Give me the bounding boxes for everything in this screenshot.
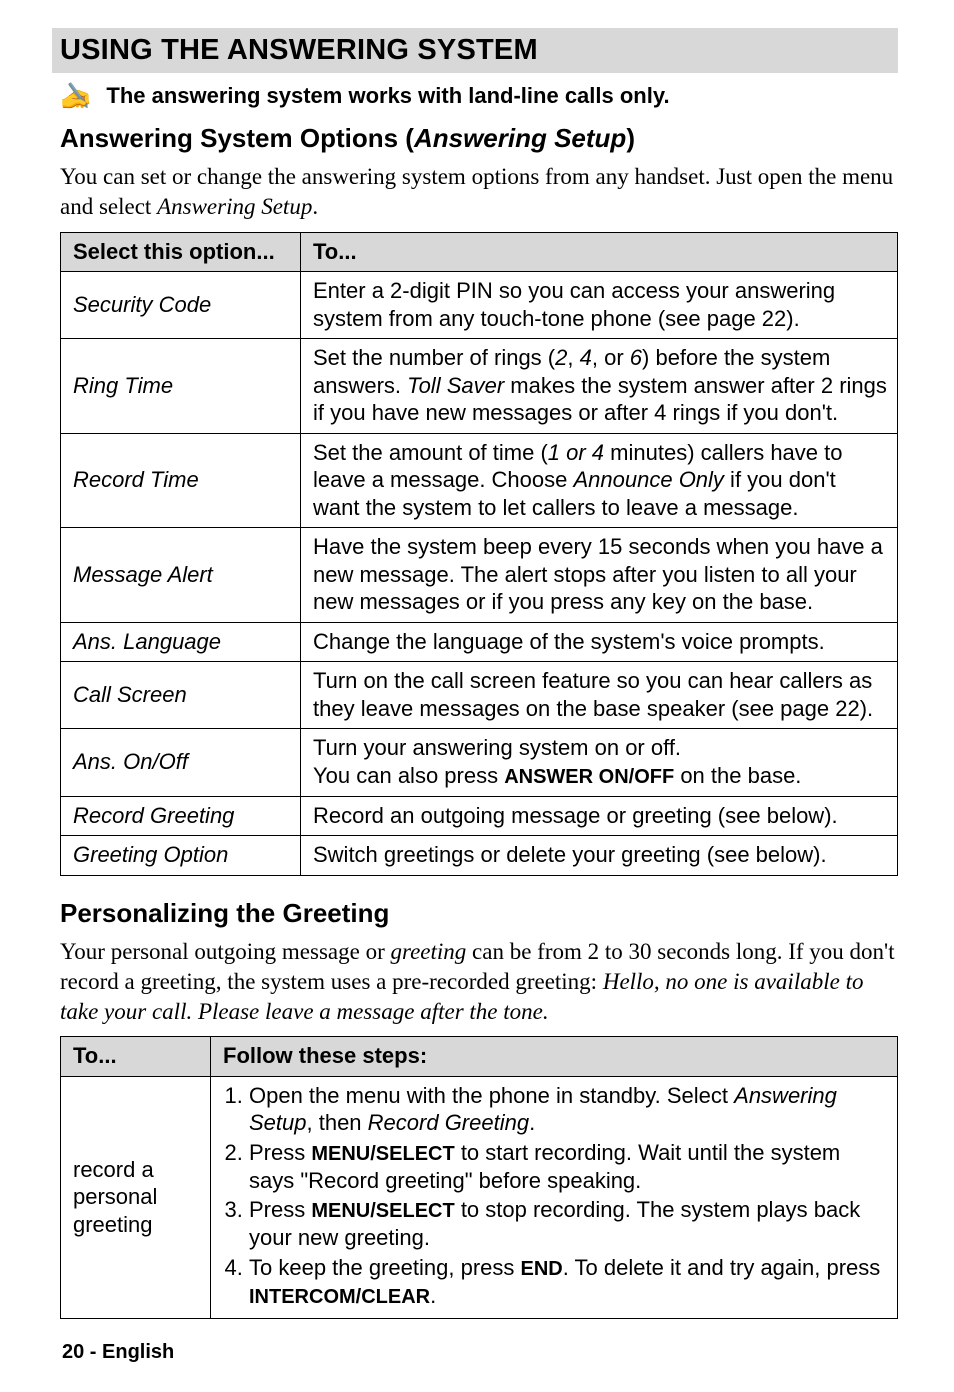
heading-italic: Answering Setup	[414, 123, 626, 153]
table-row: Ring TimeSet the number of rings (2, 4, …	[61, 339, 898, 434]
section-heading-answering-options: Answering System Options (Answering Setu…	[60, 123, 898, 154]
option-name: Record Time	[61, 433, 301, 528]
option-name: Ans. Language	[61, 622, 301, 662]
option-description: Turn on the call screen feature so you c…	[301, 662, 898, 729]
option-name: Greeting Option	[61, 836, 301, 876]
option-description: Enter a 2-digit PIN so you can access yo…	[301, 272, 898, 339]
greeting-row-steps: Open the menu with the phone in standby.…	[211, 1076, 898, 1318]
table-row: Record TimeSet the amount of time (1 or …	[61, 433, 898, 528]
list-item: To keep the greeting, press END. To dele…	[249, 1254, 887, 1310]
options-th-to: To...	[301, 232, 898, 272]
list-item: Press MENU/SELECT to stop recording. The…	[249, 1196, 887, 1252]
options-table: Select this option... To... Security Cod…	[60, 232, 898, 876]
option-description: Switch greetings or delete your greeting…	[301, 836, 898, 876]
option-name: Ring Time	[61, 339, 301, 434]
table-row: Greeting OptionSwitch greetings or delet…	[61, 836, 898, 876]
option-name: Ans. On/Off	[61, 729, 301, 797]
table-row: Call ScreenTurn on the call screen featu…	[61, 662, 898, 729]
option-name: Record Greeting	[61, 796, 301, 836]
section2-paragraph: Your personal outgoing message or greeti…	[60, 937, 898, 1027]
table-row: Ans. LanguageChange the language of the …	[61, 622, 898, 662]
page-title: USING THE ANSWERING SYSTEM	[60, 34, 890, 67]
option-description: Turn your answering system on or off.You…	[301, 729, 898, 797]
page-footer: 20 - English	[62, 1341, 898, 1364]
option-name: Call Screen	[61, 662, 301, 729]
table-row: Security CodeEnter a 2-digit PIN so you …	[61, 272, 898, 339]
heading-post: )	[626, 123, 635, 153]
hand-writing-icon: ✍	[60, 83, 92, 109]
greeting-th-to: To...	[61, 1037, 211, 1077]
para-post: .	[312, 194, 318, 219]
option-name: Message Alert	[61, 528, 301, 623]
heading-pre: Answering System Options (	[60, 123, 414, 153]
section-heading-personalizing: Personalizing the Greeting	[60, 898, 898, 929]
option-description: Set the number of rings (2, 4, or 6) bef…	[301, 339, 898, 434]
table-row: Ans. On/OffTurn your answering system on…	[61, 729, 898, 797]
greeting-table: To... Follow these steps: record a perso…	[60, 1036, 898, 1319]
option-description: Record an outgoing message or greeting (…	[301, 796, 898, 836]
table-row: Record GreetingRecord an outgoing messag…	[61, 796, 898, 836]
greeting-row-label: record a personal greeting	[61, 1076, 211, 1318]
option-description: Have the system beep every 15 seconds wh…	[301, 528, 898, 623]
list-item: Open the menu with the phone in standby.…	[249, 1082, 887, 1137]
para-italic: Answering Setup	[157, 194, 312, 219]
note-line: ✍ The answering system works with land-l…	[60, 83, 898, 109]
list-item: Press MENU/SELECT to start recording. Wa…	[249, 1139, 887, 1195]
options-th-option: Select this option...	[61, 232, 301, 272]
table-row: record a personal greeting Open the menu…	[61, 1076, 898, 1318]
greeting-th-steps: Follow these steps:	[211, 1037, 898, 1077]
page-title-bar: USING THE ANSWERING SYSTEM	[52, 28, 898, 73]
option-description: Change the language of the system's voic…	[301, 622, 898, 662]
table-row: Message AlertHave the system beep every …	[61, 528, 898, 623]
option-description: Set the amount of time (1 or 4 minutes) …	[301, 433, 898, 528]
note-text: The answering system works with land-lin…	[106, 83, 669, 109]
section1-paragraph: You can set or change the answering syst…	[60, 162, 898, 222]
option-name: Security Code	[61, 272, 301, 339]
